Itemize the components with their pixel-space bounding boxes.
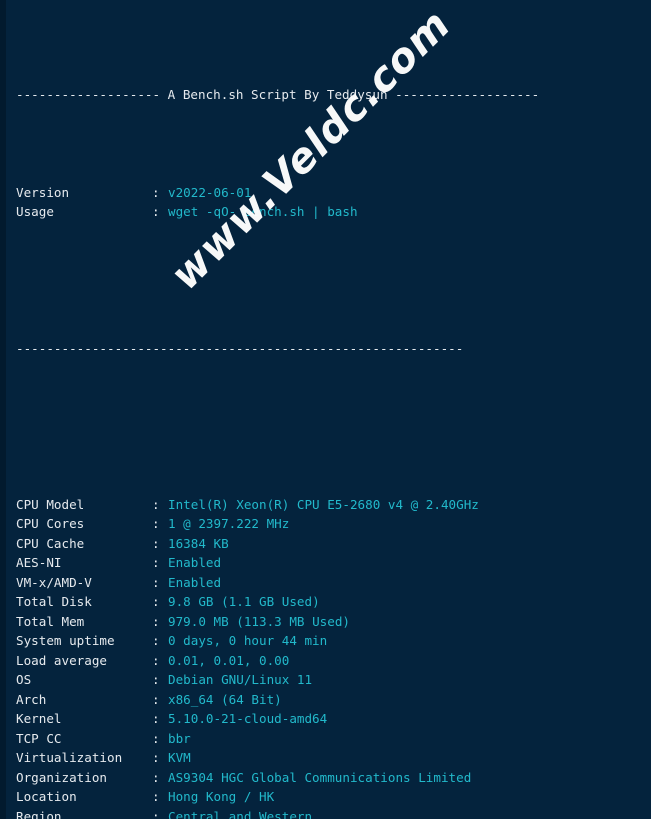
system-info-row: Virtualization: KVM: [0, 748, 651, 768]
terminal-window: ------------------- A Bench.sh Script By…: [0, 0, 651, 819]
script-info-label: Version: [16, 184, 70, 200]
system-info-row: AES-NI: Enabled: [0, 553, 651, 573]
colon-separator: :: [152, 184, 160, 200]
script-info-label: Usage: [16, 204, 54, 219]
system-info-value: Enabled: [168, 555, 222, 570]
system-info-value: Central and Western: [168, 808, 313, 819]
system-info-label: Total Disk: [16, 594, 92, 609]
system-info-value: 979.0 MB: [168, 613, 229, 629]
system-info-value: x86_64 (64 Bit): [168, 691, 282, 707]
system-info-value: 0 days, 0 hour 44 min: [168, 633, 328, 648]
system-info-row: CPU Cores:1 @ 2397.222 MHz: [0, 514, 651, 534]
script-info-row: Usage: wget -qO- bench.sh | bash: [0, 202, 651, 222]
system-info-label: Total Mem: [16, 613, 85, 629]
system-info-value: Intel(R) Xeon(R) CPU E5-2680 v4 @ 2.40GH…: [168, 496, 479, 512]
system-info-label: CPU Cores: [16, 516, 85, 531]
colon-separator: :: [152, 613, 160, 629]
system-info-label: AES-NI: [16, 555, 62, 570]
system-info-label: OS: [16, 672, 32, 687]
system-info-row: Region: Central and Western: [0, 807, 651, 819]
script-info-row: Version: v2022-06-01: [0, 183, 651, 203]
script-info-value: v2022-06-01: [168, 184, 252, 200]
system-info-value: 9.8 GB: [168, 594, 214, 609]
system-info-value: 5.10.0-21-cloud-amd64: [168, 711, 328, 726]
system-info-label: Arch: [16, 691, 47, 707]
colon-separator: :: [152, 574, 160, 590]
system-info-row: System uptime:0 days, 0 hour 44 min: [0, 631, 651, 651]
system-info-row: Location: Hong Kong / HK: [0, 787, 651, 807]
system-info-row: Organization: AS9304 HGC Global Communica…: [0, 768, 651, 788]
colon-separator: :: [152, 750, 160, 765]
script-info-section: Version: v2022-06-01 Usage: wget -qO- bench…: [0, 183, 651, 222]
system-info-label: VM-x/AMD-V: [16, 574, 92, 590]
system-info-value: Hong Kong / HK: [168, 789, 275, 804]
system-info-label: TCP CC: [16, 730, 62, 746]
system-info-label: CPU Model: [16, 496, 85, 512]
colon-separator: :: [152, 594, 160, 609]
separator-1: ----------------------------------------…: [16, 340, 464, 356]
colon-separator: :: [152, 516, 160, 531]
system-info-value-extra: (1.1 GB Used): [213, 594, 320, 609]
colon-separator: :: [152, 789, 160, 804]
system-info-row: TCP CC: bbr: [0, 729, 651, 749]
banner-dashes-right: -------------------: [395, 87, 540, 102]
system-info-value: Enabled: [168, 574, 222, 590]
script-info-value: wget -qO- bench.sh | bash: [168, 204, 358, 219]
system-info-value: KVM: [168, 750, 191, 765]
system-info-value: Debian GNU/Linux 11: [168, 672, 313, 687]
colon-separator: :: [152, 691, 160, 707]
system-info-label: Location: [16, 789, 77, 804]
colon-separator: :: [152, 496, 160, 512]
banner-dashes-left: -------------------: [16, 87, 161, 102]
system-info-value: 0.01, 0.01, 0.00: [168, 652, 290, 668]
colon-separator: :: [152, 730, 160, 746]
system-info-label: Load average: [16, 652, 107, 668]
system-info-row: OS: Debian GNU/Linux 11: [0, 670, 651, 690]
colon-separator: :: [152, 555, 160, 570]
colon-separator: :: [152, 652, 160, 668]
system-info-row: Total Disk:9.8 GB (1.1 GB Used): [0, 592, 651, 612]
system-info-row: Load average:0.01, 0.01, 0.00: [0, 651, 651, 671]
system-info-label: Organization: [16, 769, 107, 785]
system-info-label: Virtualization: [16, 750, 123, 765]
system-info-row: CPU Cache:16384 KB: [0, 534, 651, 554]
system-info-value: AS9304 HGC Global Communications Limited: [168, 769, 472, 785]
banner-title: A Bench.sh Script By Teddysun: [167, 87, 388, 102]
system-info-label: System uptime: [16, 633, 115, 648]
system-info-value-extra: (113.3 MB Used): [228, 613, 350, 629]
colon-separator: :: [152, 769, 160, 785]
colon-separator: :: [152, 535, 160, 551]
colon-separator: :: [152, 711, 160, 726]
system-info-label: CPU Cache: [16, 535, 85, 551]
colon-separator: :: [152, 204, 160, 219]
system-info-row: CPU Model: Intel(R) Xeon(R) CPU E5-2680 v…: [0, 495, 651, 515]
system-info-value: bbr: [168, 730, 191, 746]
system-info-value: 16384 KB: [168, 535, 229, 551]
system-info-row: Kernel:5.10.0-21-cloud-amd64: [0, 709, 651, 729]
terminal-console-output: ------------------- A Bench.sh Script By…: [0, 0, 651, 819]
system-info-section: CPU Model: Intel(R) Xeon(R) CPU E5-2680 v…: [0, 495, 651, 819]
system-info-label: Kernel: [16, 711, 62, 726]
banner-title-line: ------------------- A Bench.sh Script By…: [0, 85, 651, 105]
system-info-row: Arch: x86_64 (64 Bit): [0, 690, 651, 710]
system-info-value: 1 @ 2397.222 MHz: [168, 516, 290, 531]
system-info-row: VM-x/AMD-V: Enabled: [0, 573, 651, 593]
system-info-row: Total Mem:979.0 MB (113.3 MB Used): [0, 612, 651, 632]
colon-separator: :: [152, 808, 160, 819]
colon-separator: :: [152, 633, 160, 648]
colon-separator: :: [152, 672, 160, 687]
system-info-label: Region: [16, 808, 62, 819]
